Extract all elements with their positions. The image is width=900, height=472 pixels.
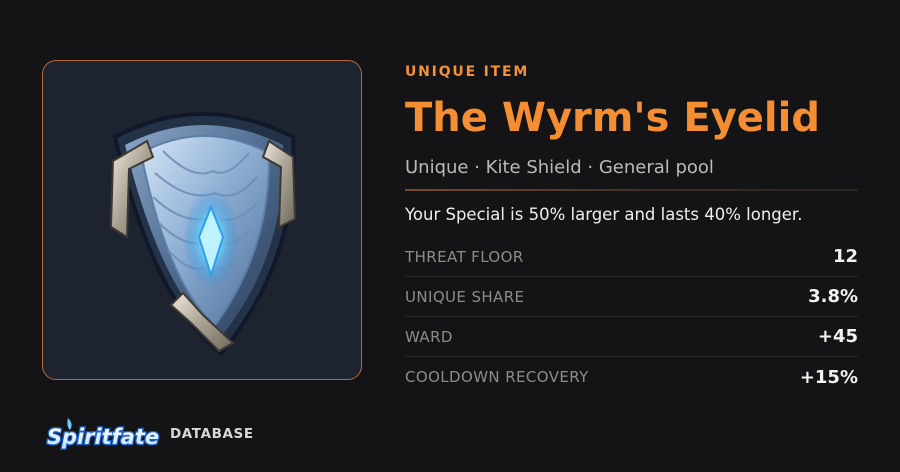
shield-icon xyxy=(109,112,297,356)
stat-label: COOLDOWN RECOVERY xyxy=(405,368,589,386)
item-title: The Wyrm's Eyelid xyxy=(405,95,820,141)
stat-value: +15% xyxy=(799,366,858,388)
stat-row-ward: WARD +45 xyxy=(405,317,858,357)
divider xyxy=(405,189,858,191)
spiritfate-logo-text: Spiritfate xyxy=(47,425,159,449)
item-subtitle: Unique · Kite Shield · General pool xyxy=(405,157,714,178)
stat-label: THREAT FLOOR xyxy=(405,247,524,266)
item-description: Your Special is 50% larger and lasts 40%… xyxy=(405,205,803,224)
stat-row-cooldown-recovery: COOLDOWN RECOVERY +15% xyxy=(405,357,858,397)
item-category-label: UNIQUE ITEM xyxy=(405,64,530,80)
item-image-frame xyxy=(42,60,362,380)
item-details: UNIQUE ITEM The Wyrm's Eyelid Unique · K… xyxy=(405,62,858,397)
brand-label: DATABASE xyxy=(170,426,254,442)
stat-value: 12 xyxy=(832,246,858,267)
stat-row-threat-floor: THREAT FLOOR 12 xyxy=(405,237,858,277)
stat-label: UNIQUE SHARE xyxy=(405,287,525,306)
spiritfate-logo: Spiritfate xyxy=(46,418,160,450)
brand: Spiritfate DATABASE xyxy=(44,414,254,454)
stat-value: 3.8% xyxy=(808,286,858,307)
stats-table: THREAT FLOOR 12 UNIQUE SHARE 3.8% WARD +… xyxy=(405,237,858,397)
stat-row-unique-share: UNIQUE SHARE 3.8% xyxy=(405,277,858,317)
stat-value: +45 xyxy=(817,326,858,347)
stat-label: WARD xyxy=(405,327,453,346)
